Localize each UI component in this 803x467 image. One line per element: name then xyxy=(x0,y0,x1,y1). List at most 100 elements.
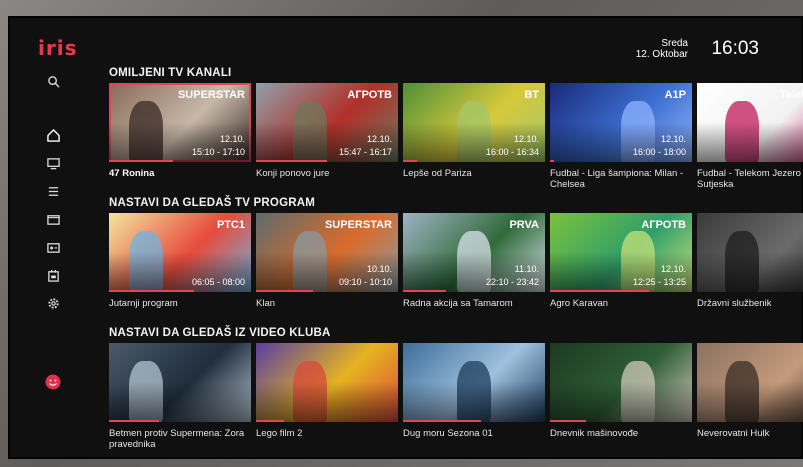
card-title: Jutarnji program xyxy=(109,298,178,309)
clock: 16:03 xyxy=(711,38,759,59)
channel-logo: SUPERSTAR xyxy=(324,219,392,231)
watch-progress-bar xyxy=(403,420,482,422)
airing-date: 12.10. xyxy=(366,134,392,144)
content-card[interactable]: АГРОТВ 12.10. 15:47 - 16:17 Konji ponovo ju… xyxy=(256,83,398,190)
channel-logo: BT xyxy=(524,89,539,101)
thumbnail[interactable]: Telekom 1 xyxy=(697,83,803,162)
watch-progress-bar xyxy=(256,290,313,292)
tv-icon[interactable] xyxy=(44,154,62,172)
channel-logo: SUPERSTAR xyxy=(177,89,245,101)
card-title: Dug moru Sezona 01 xyxy=(403,428,493,439)
calendar-icon[interactable] xyxy=(44,266,62,284)
content-card[interactable]: SUPERSTAR 10.10. 09:10 - 10:10 Klan xyxy=(256,213,398,309)
thumbnail[interactable]: SUPERSTAR 10.10. 09:10 - 10:10 xyxy=(256,213,398,292)
card-title: Lepše od Pariza xyxy=(403,168,472,179)
airing-time: 12:25 - 13:25 xyxy=(632,277,686,287)
card-title: Fudbal - Telekom Jezero - Sutjeska xyxy=(697,168,803,190)
card-title: Klan xyxy=(256,298,276,309)
thumbnail[interactable] xyxy=(697,343,803,422)
content-card[interactable]: Dnevnik mašinovođe xyxy=(550,343,692,450)
channel-logo: АГРОТВ xyxy=(641,219,686,231)
card-title: Neverovatni Hulk xyxy=(697,428,770,439)
content-card[interactable]: АГРОТВ 12.10. 12:25 - 13:25 Agro Karavan xyxy=(550,213,692,309)
content-card[interactable]: Lego film 2 xyxy=(256,343,398,450)
card-title: Fudbal - Liga šampiona: Milan - Chelsea xyxy=(550,168,684,190)
thumbnail[interactable]: SUPERSTAR 12.10. 15:10 - 17:10 xyxy=(109,83,251,162)
content-card[interactable]: Betmen protiv Supermena: Zora pravednika xyxy=(109,343,251,450)
channel-logo: Telekom 1 xyxy=(780,89,803,101)
thumbnail-shade xyxy=(697,252,803,292)
thumbnail-shade xyxy=(697,122,803,162)
content-card[interactable]: Telekom 1 Fudbal - Telekom Jezero - Sutje… xyxy=(697,83,803,190)
channel-logo: РТС1 xyxy=(217,219,245,231)
card-title: 47 Ronina xyxy=(109,168,155,179)
content-card[interactable]: SUPERSTAR 12.10. 15:10 - 17:10 47 Ronina xyxy=(109,83,251,190)
content-row: Betmen protiv Supermena: Zora pravednika… xyxy=(109,343,803,450)
content-card[interactable]: Državni službenik xyxy=(697,213,803,309)
channel-logo: АГРОТВ xyxy=(347,89,392,101)
thumbnail[interactable] xyxy=(550,343,692,422)
airing-date: 10.10. xyxy=(366,264,392,274)
thumbnail[interactable]: АГРОТВ 12.10. 12:25 - 13:25 xyxy=(550,213,692,292)
airing-time: 09:10 - 10:10 xyxy=(338,277,392,287)
card-title: Radna akcija sa Tamarom xyxy=(403,298,513,309)
content-card[interactable]: Neverovatni Hulk xyxy=(697,343,803,450)
card-title: Dnevnik mašinovođe xyxy=(550,428,639,439)
content-row: SUPERSTAR 12.10. 15:10 - 17:10 47 Ronina АГР… xyxy=(109,83,803,190)
search-icon[interactable] xyxy=(44,72,62,90)
home-icon[interactable] xyxy=(44,126,62,144)
list-icon[interactable] xyxy=(44,182,62,200)
airing-time: 06:05 - 08:00 xyxy=(191,277,245,287)
date-label: 12. Oktobar xyxy=(635,49,688,60)
thumbnail-shade xyxy=(550,382,692,422)
card-title: Betmen protiv Supermena: Zora pravednika xyxy=(109,428,245,450)
recordings-icon[interactable] xyxy=(44,238,62,256)
airing-time: 15:47 - 16:17 xyxy=(338,147,392,157)
thumbnail-shade xyxy=(697,382,803,422)
watch-progress-bar xyxy=(109,290,195,292)
airing-date: 12.10. xyxy=(219,134,245,144)
content-card[interactable]: PRVA 11.10. 22:10 - 23:42 Radna akcija sa T… xyxy=(403,213,545,309)
thumbnail-shade xyxy=(403,382,545,422)
airing-date: 12.10. xyxy=(660,264,686,274)
thumbnail[interactable] xyxy=(109,343,251,422)
thumbnail[interactable]: PRVA 11.10. 22:10 - 23:42 xyxy=(403,213,545,292)
watch-progress-bar xyxy=(109,160,173,162)
thumbnail[interactable]: A1P 12.10. 16:00 - 18:00 xyxy=(550,83,692,162)
thumbnail[interactable]: АГРОТВ 12.10. 15:47 - 16:17 xyxy=(256,83,398,162)
airing-time: 16:00 - 18:00 xyxy=(632,147,686,157)
thumbnail[interactable]: РТС1 06:05 - 08:00 xyxy=(109,213,251,292)
thumbnail[interactable] xyxy=(403,343,545,422)
card-title: Konji ponovo jure xyxy=(256,168,330,179)
channel-logo: PRVA xyxy=(509,219,539,231)
content-card[interactable]: Dug moru Sezona 01 xyxy=(403,343,545,450)
airing-time: 15:10 - 17:10 xyxy=(191,147,245,157)
watch-progress-bar xyxy=(256,160,327,162)
date-display: Sreda 12. Oktobar xyxy=(636,38,688,60)
tv-screen: iris Sreda 12. Oktobar 16:03 OMILJENI TV… xyxy=(8,16,803,459)
thumbnail[interactable] xyxy=(256,343,398,422)
content-card[interactable]: A1P 12.10. 16:00 - 18:00 Fudbal - Liga šamp… xyxy=(550,83,692,190)
section-title: NASTAVI DA GLEDAŠ TV PROGRAM xyxy=(109,197,316,209)
watch-progress-bar xyxy=(550,160,555,162)
section-title: NASTAVI DA GLEDAŠ IZ VIDEO KLUBA xyxy=(109,327,331,339)
content-card[interactable]: РТС1 06:05 - 08:00 Jutarnji program xyxy=(109,213,251,309)
profile-icon[interactable] xyxy=(44,373,62,391)
airing-date: 12.10. xyxy=(513,134,539,144)
thumbnail[interactable]: BT 12.10. 16:00 - 16:34 xyxy=(403,83,545,162)
watch-progress-bar xyxy=(403,290,446,292)
content-card[interactable]: BT 12.10. 16:00 - 16:34 Lepše od Pariza xyxy=(403,83,545,190)
card-title: Državni službenik xyxy=(697,298,772,309)
airing-time: 16:00 - 16:34 xyxy=(485,147,539,157)
settings-icon[interactable] xyxy=(44,294,62,312)
watch-progress-bar xyxy=(550,290,650,292)
airing-time: 22:10 - 23:42 xyxy=(485,277,539,287)
thumbnail-shade xyxy=(109,382,251,422)
card-title: Lego film 2 xyxy=(256,428,303,439)
card-title: Agro Karavan xyxy=(550,298,609,309)
thumbnail[interactable] xyxy=(697,213,803,292)
airing-date: 11.10. xyxy=(514,264,539,274)
thumbnail-shade xyxy=(256,382,398,422)
folder-icon[interactable] xyxy=(44,210,62,228)
watch-progress-bar xyxy=(109,420,159,422)
